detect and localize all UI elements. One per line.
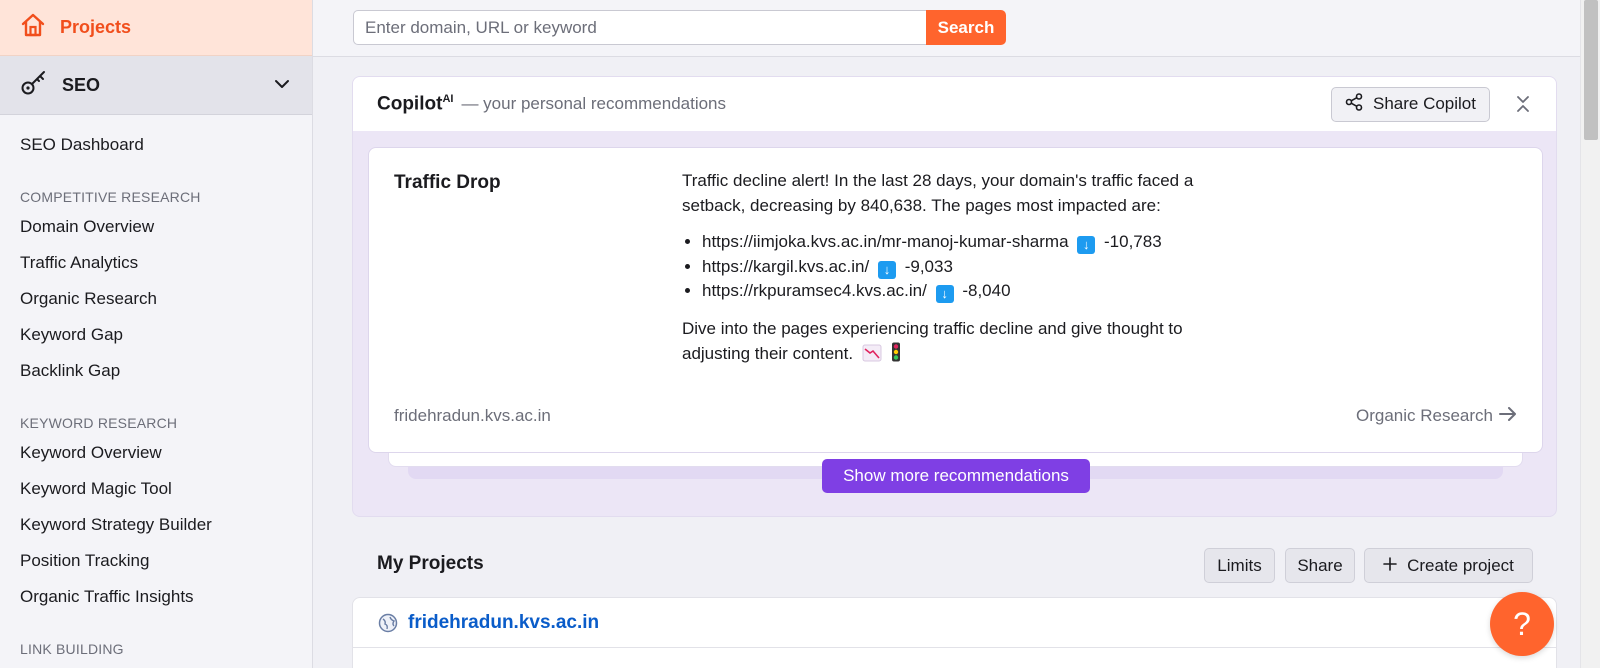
down-arrow-icon: ↓ bbox=[877, 260, 896, 279]
arrow-right-icon bbox=[1499, 406, 1517, 426]
sidebar-item-keyword-magic-tool[interactable]: Keyword Magic Tool bbox=[0, 471, 312, 507]
share-copilot-button[interactable]: Share Copilot bbox=[1330, 86, 1490, 122]
recommendation-outro: Dive into the pages experiencing traffic… bbox=[682, 316, 1222, 369]
sidebar-item-traffic-analytics[interactable]: Traffic Analytics bbox=[0, 245, 312, 281]
copilot-subtitle: — your personal recommendations bbox=[461, 94, 727, 113]
page-change: -10,783 bbox=[1104, 232, 1162, 251]
recommendation-intro: Traffic decline alert! In the last 28 da… bbox=[682, 171, 1194, 215]
recommendation-card: Traffic Drop Traffic decline alert! In t… bbox=[368, 147, 1543, 453]
share-icon bbox=[1345, 92, 1363, 116]
create-project-button[interactable]: Create project bbox=[1364, 548, 1533, 583]
chart-decreasing-icon bbox=[862, 344, 882, 369]
globe-icon bbox=[378, 613, 398, 638]
sidebar-item-position-tracking[interactable]: Position Tracking bbox=[0, 543, 312, 579]
sidebar-section-keyword-research: KEYWORD RESEARCH bbox=[20, 415, 178, 431]
key-icon bbox=[20, 69, 48, 102]
organic-research-link-label: Organic Research bbox=[1355, 406, 1493, 425]
list-item: https://rkpuramsec4.kvs.ac.in/ ↓ -8,040 bbox=[702, 279, 1222, 304]
page-change: -8,040 bbox=[962, 281, 1011, 300]
copilot-panel: CopilotAI — your personal recommendation… bbox=[352, 76, 1557, 517]
search-input[interactable] bbox=[353, 10, 926, 45]
sidebar-item-domain-overview[interactable]: Domain Overview bbox=[0, 209, 312, 245]
create-project-label: Create project bbox=[1407, 555, 1514, 575]
page-change: -9,033 bbox=[904, 256, 953, 276]
list-item: https://kargil.kvs.ac.in/ ↓ -9,033 bbox=[702, 255, 1222, 280]
recommendation-body: Traffic decline alert! In the last 28 da… bbox=[682, 168, 1222, 369]
scrollbar[interactable] bbox=[1580, 0, 1600, 668]
copilot-title: CopilotAI bbox=[377, 92, 454, 115]
down-arrow-icon: ↓ bbox=[935, 285, 954, 303]
sidebar-section-competitive-research: COMPETITIVE RESEARCH bbox=[20, 189, 201, 205]
sidebar: Projects SEO SEO Dashboard COMPETITIVE R… bbox=[0, 0, 313, 668]
sidebar-item-seo[interactable]: SEO bbox=[0, 56, 312, 115]
sidebar-item-organic-research[interactable]: Organic Research bbox=[0, 281, 312, 317]
impacted-pages-list: https://iimjoka.kvs.ac.in/mr-manoj-kumar… bbox=[702, 230, 1222, 304]
recommendation-title: Traffic Drop bbox=[394, 172, 501, 193]
project-card: fridehradun.kvs.ac.in bbox=[352, 597, 1557, 668]
down-arrow-icon: ↓ bbox=[1077, 236, 1096, 254]
collapse-icon[interactable] bbox=[1508, 89, 1538, 119]
page-url: https://rkpuramsec4.kvs.ac.in/ bbox=[702, 281, 927, 300]
sidebar-item-projects[interactable]: Projects bbox=[0, 0, 312, 56]
sidebar-item-seo-dashboard[interactable]: SEO Dashboard bbox=[0, 127, 312, 163]
share-copilot-label: Share Copilot bbox=[1372, 94, 1476, 113]
recommendation-domain: fridehradun.kvs.ac.in bbox=[394, 406, 551, 425]
sidebar-section-link-building: LINK BUILDING bbox=[20, 641, 124, 657]
search-button[interactable]: Search bbox=[926, 10, 1006, 45]
project-name-link[interactable]: fridehradun.kvs.ac.in bbox=[408, 612, 599, 634]
sidebar-item-backlink-gap[interactable]: Backlink Gap bbox=[0, 353, 312, 389]
sidebar-item-label: SEO bbox=[62, 74, 101, 95]
my-projects-title: My Projects bbox=[377, 553, 484, 574]
limits-button[interactable]: Limits bbox=[1204, 548, 1275, 583]
share-button[interactable]: Share bbox=[1285, 548, 1355, 583]
scrollbar-thumb[interactable] bbox=[1584, 0, 1598, 140]
top-search-bar: Search bbox=[313, 0, 1580, 57]
help-button[interactable]: ? bbox=[1490, 592, 1554, 656]
plus-icon bbox=[1383, 556, 1397, 576]
sidebar-item-keyword-overview[interactable]: Keyword Overview bbox=[0, 435, 312, 471]
copilot-header: CopilotAI — your personal recommendation… bbox=[353, 77, 1556, 132]
traffic-light-icon bbox=[891, 342, 901, 369]
show-more-recommendations-button[interactable]: Show more recommendations bbox=[822, 459, 1090, 493]
page-url: https://kargil.kvs.ac.in/ bbox=[702, 256, 870, 276]
list-item: https://iimjoka.kvs.ac.in/mr-manoj-kumar… bbox=[702, 230, 1222, 255]
sidebar-item-label: Projects bbox=[60, 17, 132, 37]
sidebar-item-keyword-gap[interactable]: Keyword Gap bbox=[0, 317, 312, 353]
sidebar-item-organic-traffic-insights[interactable]: Organic Traffic Insights bbox=[0, 579, 312, 615]
chevron-down-icon[interactable] bbox=[274, 76, 290, 94]
organic-research-link[interactable]: Organic Research bbox=[1356, 406, 1517, 426]
sidebar-nav: SEO Dashboard COMPETITIVE RESEARCH Domai… bbox=[0, 115, 312, 657]
divider bbox=[353, 647, 1556, 648]
sidebar-item-keyword-strategy-builder[interactable]: Keyword Strategy Builder bbox=[0, 507, 312, 543]
home-icon bbox=[20, 12, 46, 43]
page-url: https://iimjoka.kvs.ac.in/mr-manoj-kumar… bbox=[702, 232, 1069, 251]
